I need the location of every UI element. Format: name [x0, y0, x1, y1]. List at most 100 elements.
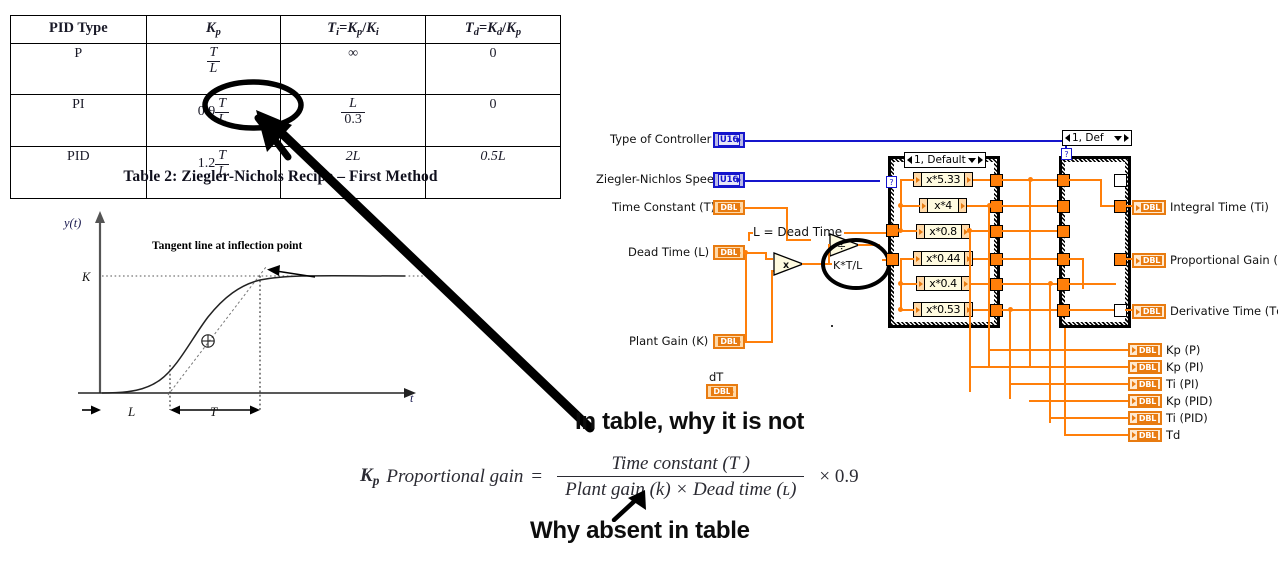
- control-label-dead-time: Dead Time (L): [628, 245, 710, 259]
- terminal-arrow-icon: [737, 204, 741, 211]
- multiply-constant-node[interactable]: x*0.53: [913, 302, 973, 317]
- case-1-input-tunnel[interactable]: [886, 253, 899, 266]
- wire-bus-to-kp-pid: [1029, 400, 1128, 402]
- y-axis-arrowhead: [95, 211, 105, 223]
- indicator-label-ti-pid: Ti (PID): [1166, 411, 1208, 425]
- control-label-zn-speed: Ziegler-Nichlos Speed: [596, 172, 722, 186]
- multiply-constant-node[interactable]: x*0.44: [913, 251, 973, 266]
- case-selector-terminal-1[interactable]: ?: [886, 176, 897, 188]
- control-terminal-plant-gain[interactable]: DBL: [713, 334, 745, 349]
- indicator-terminal-derivative-time[interactable]: DBL: [1132, 304, 1166, 319]
- control-terminal-type-of-controller[interactable]: U16: [713, 132, 745, 148]
- terminal-arrow-icon: [737, 249, 741, 256]
- indicator-label-ti-pi: Ti (PI): [1166, 377, 1199, 391]
- table-header-td: Td=Kd/Kp: [424, 15, 562, 44]
- inter-case-wire: [1001, 230, 1061, 232]
- terminal-arrow-icon: [1132, 364, 1136, 370]
- case-2-internal-wire: [1068, 283, 1116, 285]
- table-header-kp: Kp: [145, 15, 282, 44]
- case-prev-arrow-icon[interactable]: [1065, 134, 1070, 142]
- wire-label-dead-time: L = Dead Time: [753, 225, 843, 239]
- formula-tail: × 0.9: [819, 466, 859, 487]
- indicator-terminal-integral-time[interactable]: DBL: [1132, 200, 1166, 215]
- case-selector-1[interactable]: 1, Default: [904, 152, 986, 168]
- indicator-terminal-td[interactable]: DBL: [1128, 428, 1162, 442]
- multiply-constant-label: x*5.33: [925, 173, 961, 186]
- terminal-datatype-label: DBL: [1136, 430, 1159, 440]
- terminal-datatype-label: DBL: [1140, 307, 1163, 316]
- control-terminal-dt[interactable]: DBL: [706, 384, 738, 399]
- terminal-arrow-icon: [730, 388, 734, 395]
- wire-junction: [898, 281, 903, 286]
- wire-junction: [898, 307, 903, 312]
- indicator-terminal-kp-pi[interactable]: DBL: [1128, 360, 1162, 374]
- graph-t-label: T: [210, 404, 218, 419]
- case-2-input-tunnel[interactable]: [1057, 225, 1070, 238]
- bus-drop-wire: [1009, 309, 1011, 399]
- terminal-arrow-icon: [1132, 381, 1136, 387]
- terminal-arrow-icon: [1132, 347, 1136, 353]
- indicator-label-kp-pid: Kp (PID): [1166, 394, 1213, 408]
- case-selector-2[interactable]: 1, Def: [1062, 130, 1132, 146]
- case-selector-terminal-2[interactable]: ?: [1061, 148, 1072, 160]
- terminal-datatype-label: DBL: [1136, 413, 1159, 423]
- bool-wire-type-of-controller: [743, 140, 1067, 142]
- formula-fraction: Time constant (T ) Plant gain (k) × Dead…: [557, 453, 805, 501]
- inter-case-wire: [1001, 205, 1061, 207]
- wire-dead-time-branch: [745, 252, 747, 341]
- cell-td: 0: [424, 42, 562, 95]
- diagram-circle-annotation: [821, 238, 891, 290]
- inter-case-wire: [1001, 258, 1061, 260]
- chevron-down-icon[interactable]: [1114, 135, 1122, 141]
- multiply-constant-label: x*0.8: [929, 225, 957, 238]
- indicator-terminal-kp-p[interactable]: DBL: [1128, 343, 1162, 357]
- terminal-datatype-label: DBL: [1136, 362, 1159, 372]
- table-header-pid-type: PID Type: [10, 15, 147, 44]
- case-next-arrow-icon[interactable]: [978, 156, 983, 164]
- control-terminal-zn-speed[interactable]: U16: [713, 172, 745, 188]
- terminal-arrow-icon: [737, 137, 741, 143]
- control-terminal-time-constant[interactable]: DBL: [713, 200, 745, 215]
- node-output-terminal: [961, 277, 969, 290]
- table-header-row: PID Type Kp Ti=Kp/Ki Td=Kd/Kp: [10, 15, 562, 44]
- multiply-constant-label: x*4: [934, 199, 952, 212]
- node-output-terminal: [964, 303, 972, 316]
- bus-drop-wire: [1049, 283, 1051, 423]
- case-next-arrow-icon[interactable]: [1124, 134, 1129, 142]
- multiply-constant-node[interactable]: x*0.4: [916, 276, 970, 291]
- multiply-constant-node[interactable]: x*5.33: [913, 172, 973, 187]
- node-output-terminal: [958, 199, 966, 212]
- control-label-plant-gain: Plant Gain (K): [629, 334, 709, 348]
- case-prev-arrow-icon[interactable]: [907, 156, 912, 164]
- case-2-input-tunnel[interactable]: [1057, 200, 1070, 213]
- terminal-datatype-label: DBL: [1140, 203, 1163, 212]
- multiply-constant-label: x*0.44: [925, 252, 961, 265]
- case-selector-2-value: 1, Def: [1072, 132, 1104, 144]
- multiply-constant-node[interactable]: x*0.8: [916, 224, 970, 239]
- node-input-terminal: [914, 303, 922, 316]
- cell-pid-type: PI: [10, 93, 147, 147]
- control-label-type-of-controller: Type of Controller: [610, 132, 712, 146]
- indicator-terminal-kp-pid[interactable]: DBL: [1128, 394, 1162, 408]
- kp-numerator: T: [218, 147, 227, 163]
- node-input-terminal: [914, 252, 922, 265]
- chevron-down-icon[interactable]: [968, 157, 976, 163]
- control-label-dt: dT: [709, 370, 724, 384]
- indicator-terminal-ti-pi[interactable]: DBL: [1128, 377, 1162, 391]
- indicator-label-kp-pi: Kp (PI): [1166, 360, 1204, 374]
- control-terminal-dead-time[interactable]: DBL: [713, 245, 745, 260]
- terminal-datatype-label: DBL: [1136, 379, 1159, 389]
- case-2-output-tunnel[interactable]: [1114, 174, 1127, 187]
- annotation-note-lower: Why absent in table: [530, 517, 750, 544]
- wire-plantgain-to-mul: [745, 341, 773, 343]
- multiply-constant-node[interactable]: x*4: [919, 198, 967, 213]
- terminal-arrow-icon: [737, 177, 741, 183]
- terminal-datatype-label: DBL: [1136, 345, 1159, 355]
- indicator-terminal-ti-pid[interactable]: DBL: [1128, 411, 1162, 425]
- indicator-label-derivative-time: Derivative Time (Td): [1170, 304, 1278, 318]
- indicator-terminal-proportional-gain[interactable]: DBL: [1132, 253, 1166, 268]
- formula-equals: =: [531, 466, 543, 487]
- wire-time-constant: [745, 207, 788, 209]
- multiply-function-node[interactable]: x: [772, 251, 806, 277]
- node-input-terminal: [917, 225, 925, 238]
